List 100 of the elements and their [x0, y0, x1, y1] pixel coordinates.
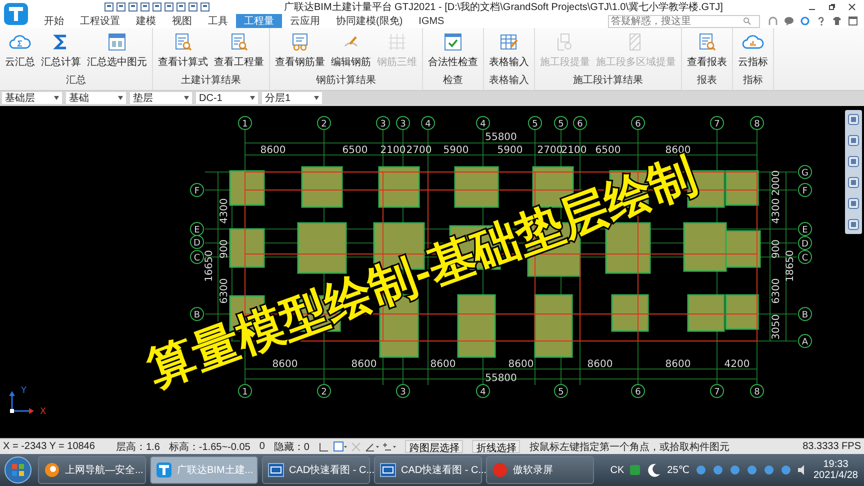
ribbon-group-label: 报表: [697, 74, 717, 88]
tray-icon[interactable]: [694, 464, 706, 476]
layer-dropdown[interactable]: 基础: [66, 92, 126, 104]
axis-bubble: 3: [396, 116, 410, 130]
elevation-text: 标高：-1.65~-0.05: [168, 440, 250, 454]
axis-bubble: 3: [376, 116, 390, 130]
ribbon-button[interactable]: 云汇总: [2, 28, 38, 73]
dimension-label: 3050: [771, 314, 782, 340]
axis-bubble: 7: [710, 384, 724, 398]
ribbon-tab[interactable]: 云应用: [282, 14, 328, 28]
clock-time[interactable]: 19:33: [823, 459, 848, 470]
shirt-icon[interactable]: [832, 16, 842, 26]
tray-icon[interactable]: [762, 464, 774, 476]
axis-bubble: 6: [573, 116, 587, 130]
layer-dropdown[interactable]: 分层1: [262, 92, 322, 104]
ribbon-button[interactable]: 编辑钢筋: [328, 28, 374, 73]
ribbon-tab[interactable]: 工程设置: [72, 14, 128, 28]
axis-bubble: 3: [396, 384, 410, 398]
status-toggle-button[interactable]: 折线选择: [472, 440, 520, 454]
dimension-label: 8600: [430, 358, 456, 370]
viewer-app-icon: [268, 462, 284, 478]
ribbon-tab[interactable]: 工具: [200, 14, 236, 28]
quick-access-icon[interactable]: [140, 2, 150, 12]
dimension-label: 6500: [595, 144, 621, 156]
tray-app-icon[interactable]: [629, 464, 642, 476]
dimension-label: 4300: [771, 198, 782, 224]
view-tool-icon[interactable]: [847, 196, 860, 210]
dimension-label: 2700: [406, 144, 432, 156]
restore-icon[interactable]: [828, 3, 836, 11]
grid-icon: [387, 32, 407, 52]
caret-icon: [184, 96, 189, 100]
fps-text: 83.3333 FPS: [802, 441, 861, 452]
layer-dropdown[interactable]: 基础层: [2, 92, 62, 104]
layer-dropdown[interactable]: DC-1: [196, 92, 258, 104]
tray-icon[interactable]: [746, 464, 758, 476]
ribbon-button[interactable]: 查看计算式: [155, 28, 211, 73]
ribbon-button[interactable]: 查看工程量: [211, 28, 267, 73]
taskbar-item[interactable]: 上网导航—安全...: [38, 456, 146, 484]
axis-label: X: [40, 406, 46, 417]
tray-icon[interactable]: [712, 464, 724, 476]
ribbon-button[interactable]: 合法性检查: [425, 28, 481, 73]
ribbon-button[interactable]: 查看钢筋量: [272, 28, 328, 73]
dimension-label: 8600: [665, 358, 691, 370]
ribbon-button[interactable]: 汇总计算: [38, 28, 84, 73]
ribbon-group-label: 表格输入: [489, 74, 529, 88]
ribbon-tab[interactable]: 开始: [36, 14, 72, 28]
start-button-icon[interactable]: [2, 455, 34, 486]
ribbon-button[interactable]: 云指标: [735, 28, 771, 73]
document-search-icon: [697, 32, 717, 52]
view-tool-icon[interactable]: [847, 218, 860, 231]
angle-line-icon[interactable]: [365, 440, 380, 453]
angle-icon[interactable]: [318, 440, 330, 453]
ribbon-group-label: 土建计算结果: [181, 74, 241, 88]
clock-date[interactable]: 2021/4/28: [814, 470, 858, 482]
tray-icon[interactable]: [728, 464, 740, 476]
select-box-icon[interactable]: [333, 440, 348, 453]
layer-dropdown[interactable]: 垫层: [130, 92, 192, 104]
status-toggle-button[interactable]: 跨图层选择: [405, 440, 464, 454]
ribbon-button[interactable]: 表格输入: [486, 28, 532, 73]
dimension-label: 2000: [771, 170, 782, 196]
tray-icon[interactable]: [780, 464, 792, 476]
document-glasses-icon: [290, 32, 310, 52]
user-icon[interactable]: [768, 16, 778, 26]
quick-access-icon[interactable]: [200, 2, 210, 12]
caret-icon: [314, 96, 319, 100]
ribbon-group-label: 钢筋计算结果: [316, 74, 376, 88]
ribbon-group-label: 汇总: [66, 74, 86, 88]
quick-access-icon[interactable]: [188, 2, 198, 12]
quick-access-icon[interactable]: [152, 2, 162, 12]
view-tool-icon[interactable]: [847, 112, 860, 126]
quick-access-icon[interactable]: [128, 2, 138, 12]
view-tool-icon[interactable]: [847, 154, 860, 168]
axis-bubble: 4: [421, 116, 435, 130]
quick-access-icon[interactable]: [116, 2, 126, 12]
help-icon[interactable]: [816, 16, 826, 26]
dimension-label: 6500: [342, 144, 368, 156]
view-tool-icon[interactable]: [847, 134, 860, 147]
ribbon-button[interactable]: 查看报表: [684, 28, 730, 73]
taskbar-item[interactable]: 傲软录屏: [486, 456, 594, 484]
view-tool-icon[interactable]: [847, 176, 860, 189]
input-method-text[interactable]: CK: [610, 464, 624, 476]
quick-access-icon[interactable]: [164, 2, 174, 12]
browser-icon: [44, 462, 60, 478]
quick-access-icon[interactable]: [104, 2, 114, 12]
ribbon-group-label: 检查: [443, 74, 463, 88]
ribbon-tab[interactable]: 协同建模(限免): [328, 14, 411, 28]
plus-line-icon[interactable]: [382, 440, 396, 453]
panel-icon[interactable]: [848, 16, 858, 26]
dimension-label: 18650: [785, 250, 796, 282]
search-icon[interactable]: [743, 17, 751, 25]
quick-access-icon[interactable]: [176, 2, 186, 12]
ribbon-button[interactable]: 汇总选中图元: [84, 28, 150, 73]
close-icon[interactable]: [848, 3, 856, 11]
ribbon-tab[interactable]: 建模: [128, 14, 164, 28]
dimension-label: 16650: [204, 250, 215, 282]
chat-icon[interactable]: [784, 16, 794, 26]
ribbon-tab[interactable]: 视图: [164, 14, 200, 28]
ribbon-tab[interactable]: IGMS: [410, 14, 452, 28]
dimension-label: 6300: [771, 278, 782, 304]
document-search-icon: [173, 32, 193, 52]
